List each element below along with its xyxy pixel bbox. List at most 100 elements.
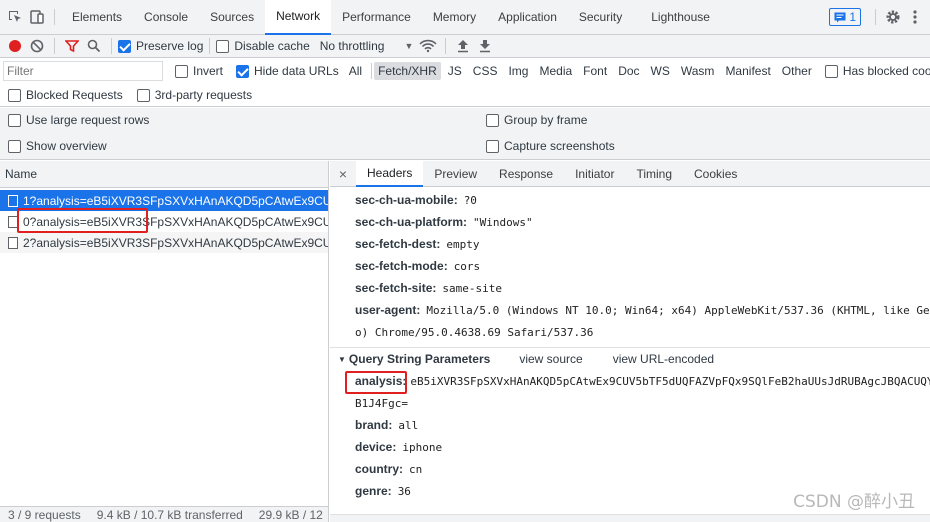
param-row-continuation: B1J4Fgc= — [330, 392, 930, 414]
details-tab-headers[interactable]: Headers — [356, 161, 424, 187]
highlight-box-analysis-key — [345, 371, 407, 394]
device-toolbar-icon[interactable] — [26, 6, 48, 28]
param-key: country: — [355, 462, 403, 476]
query-section-header[interactable]: ▼ Query String Parameters view source vi… — [330, 348, 930, 370]
tab-console[interactable]: Console — [133, 0, 199, 35]
show-overview-checkbox[interactable] — [8, 139, 21, 153]
search-icon[interactable] — [83, 35, 105, 57]
group-by-frame-checkbox[interactable] — [486, 113, 499, 127]
settings-gear-icon[interactable] — [882, 6, 904, 28]
param-value: cn — [409, 462, 423, 476]
filter-type-media[interactable]: Media — [535, 62, 576, 80]
show-overview-label: Show overview — [26, 139, 107, 153]
disable-cache-label: Disable cache — [234, 39, 310, 53]
invert-checkbox[interactable] — [175, 64, 188, 78]
details-tab-response[interactable]: Response — [488, 161, 564, 187]
filter-type-all[interactable]: All — [345, 62, 366, 80]
large-rows-checkbox[interactable] — [8, 113, 21, 127]
view-url-encoded-link[interactable]: view URL-encoded — [613, 352, 714, 366]
panel-tabs: Elements Console Sources Network Perform… — [61, 0, 721, 35]
message-icon — [834, 12, 846, 22]
toolbar-divider — [209, 38, 211, 54]
import-har-upload-icon[interactable] — [452, 35, 474, 57]
invert-label: Invert — [193, 64, 224, 78]
tab-security[interactable]: Security — [568, 0, 633, 35]
details-tab-timing[interactable]: Timing — [625, 161, 683, 187]
tab-sources[interactable]: Sources — [199, 0, 265, 35]
filter-bar-secondary: Blocked Requests 3rd-party requests — [0, 84, 930, 107]
filter-type-ws[interactable]: WS — [647, 62, 674, 80]
query-section-title: Query String Parameters — [348, 352, 491, 366]
third-party-requests-checkbox[interactable] — [136, 88, 150, 102]
details-tab-cookies[interactable]: Cookies — [683, 161, 748, 187]
throttling-value: No throttling — [319, 39, 385, 53]
request-type-icon — [8, 236, 18, 249]
tab-performance[interactable]: Performance — [331, 0, 422, 35]
details-tab-initiator[interactable]: Initiator — [564, 161, 625, 187]
close-details-icon[interactable]: × — [330, 166, 356, 182]
filter-type-other[interactable]: Other — [778, 62, 816, 80]
tab-elements[interactable]: Elements — [61, 0, 133, 35]
tab-network[interactable]: Network — [265, 0, 332, 35]
header-value: same-site — [442, 281, 502, 295]
status-resources: 29.9 kB / 12 — [258, 507, 323, 522]
header-row: sec-fetch-site: same-site — [330, 277, 930, 299]
hide-data-urls-label: Hide data URLs — [254, 64, 339, 78]
main-toolbar: Elements Console Sources Network Perform… — [0, 0, 930, 35]
header-row: sec-fetch-mode: cors — [330, 255, 930, 277]
view-source-link[interactable]: view source — [519, 352, 582, 366]
param-value: eB5iXVR3SFpSXVxHAnAKQD5pCAtwEx9CUV5bTF5d… — [410, 374, 930, 388]
record-icon[interactable] — [4, 35, 26, 57]
clear-icon[interactable] — [26, 35, 48, 57]
filter-type-wasm[interactable]: Wasm — [677, 62, 719, 80]
toolbar-divider — [445, 38, 447, 54]
throttling-select[interactable]: No throttling ▼ — [320, 39, 414, 53]
expand-triangle-icon: ▼ — [338, 354, 346, 364]
name-column-label: Name — [5, 167, 38, 181]
header-key: sec-fetch-site: — [355, 281, 437, 295]
watermark: CSDN @醉小丑 — [793, 492, 915, 512]
tab-memory[interactable]: Memory — [422, 0, 487, 35]
preserve-log-checkbox[interactable] — [118, 39, 131, 53]
filter-input[interactable] — [3, 61, 163, 81]
settings-pane: Use large request rows Group by frame Sh… — [0, 108, 930, 160]
export-har-download-icon[interactable] — [474, 35, 496, 57]
filter-type-font[interactable]: Font — [579, 62, 611, 80]
filter-type-js[interactable]: JS — [444, 62, 466, 80]
blocked-requests-checkbox[interactable] — [8, 88, 21, 102]
headers-content: sec-ch-ua-mobile: ?0 sec-ch-ua-platform:… — [330, 187, 930, 343]
third-party-requests-label: 3rd-party requests — [154, 88, 253, 102]
param-value: B1J4Fgc= — [355, 396, 408, 410]
filter-type-doc[interactable]: Doc — [614, 62, 643, 80]
tab-application[interactable]: Application — [487, 0, 568, 35]
filter-funnel-icon[interactable] — [61, 35, 83, 57]
issues-button[interactable]: 1 — [829, 8, 861, 26]
header-row: user-agent: Mozilla/5.0 (Windows NT 10.0… — [330, 299, 930, 321]
header-value: cors — [453, 259, 481, 273]
toolbar-divider — [371, 63, 373, 79]
horizontal-scrollbar[interactable] — [330, 514, 930, 522]
filter-type-fetch-xhr[interactable]: Fetch/XHR — [374, 62, 441, 80]
param-row: country: cn — [330, 458, 930, 480]
name-column-header[interactable]: Name — [0, 161, 328, 188]
filter-type-manifest[interactable]: Manifest — [721, 62, 774, 80]
request-row[interactable]: 2?analysis=eB5iXVR3SFpSXVxHAnAKQD5pCAtwE… — [0, 232, 328, 253]
param-key: device: — [355, 440, 397, 454]
status-transferred: 9.4 kB / 10.7 kB transferred — [96, 507, 243, 522]
more-options-icon[interactable] — [904, 6, 926, 28]
param-value: all — [398, 418, 419, 432]
filter-type-css[interactable]: CSS — [469, 62, 502, 80]
disable-cache-checkbox[interactable] — [216, 39, 230, 53]
request-name: 2?analysis=eB5iXVR3SFpSXVxHAnAKQD5pCAtwE… — [23, 235, 328, 250]
filter-type-img[interactable]: Img — [504, 62, 532, 80]
inspect-element-icon[interactable] — [4, 6, 26, 28]
capture-screenshots-checkbox[interactable] — [486, 139, 499, 153]
hide-data-urls-checkbox[interactable] — [236, 64, 250, 78]
header-row-continuation: o) Chrome/95.0.4638.69 Safari/537.36 — [330, 321, 930, 343]
tab-lighthouse[interactable]: Lighthouse — [633, 0, 721, 35]
network-conditions-wifi-icon[interactable] — [417, 35, 439, 57]
details-tab-preview[interactable]: Preview — [423, 161, 488, 187]
header-key: sec-ch-ua-mobile: — [355, 193, 458, 207]
has-blocked-cookies-checkbox[interactable] — [824, 64, 838, 78]
query-params: analysis: eB5iXVR3SFpSXVxHAnAKQD5pCAtwEx… — [330, 370, 930, 502]
